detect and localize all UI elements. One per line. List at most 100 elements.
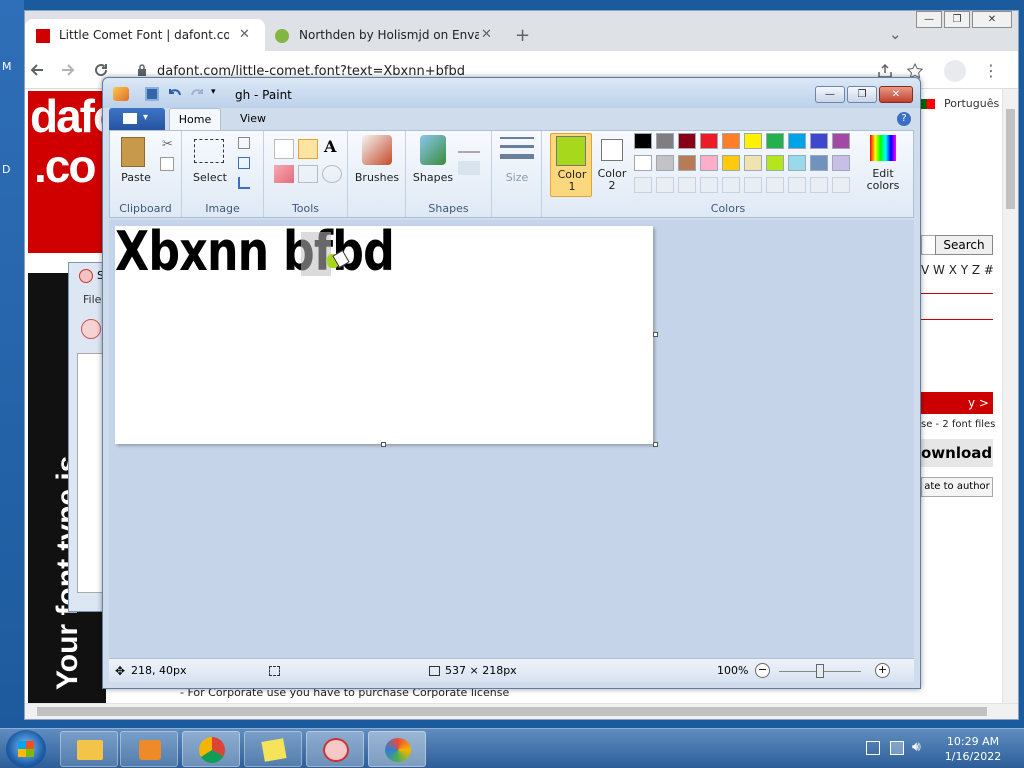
custom-color-slot[interactable] — [656, 177, 674, 193]
color1-button[interactable]: Color 1 — [550, 133, 592, 197]
palette-swatch[interactable] — [656, 133, 674, 149]
taskbar-paint[interactable] — [368, 731, 426, 767]
brushes-button[interactable]: Brushes — [352, 133, 402, 195]
custom-color-slot[interactable] — [678, 177, 696, 193]
palette-swatch[interactable] — [700, 155, 718, 171]
palette-swatch[interactable] — [766, 133, 784, 149]
rotate-icon[interactable] — [238, 177, 250, 189]
taskbar-explorer[interactable] — [60, 731, 118, 767]
palette-swatch[interactable] — [722, 133, 740, 149]
palette-swatch[interactable] — [634, 155, 652, 171]
taskbar-sticky-notes[interactable] — [244, 731, 302, 767]
tab-view[interactable]: View — [233, 108, 273, 130]
zoom-in-button[interactable]: + — [875, 663, 890, 678]
custom-color-slot[interactable] — [788, 177, 806, 193]
resize-handle[interactable] — [653, 442, 658, 447]
close-button[interactable]: ✕ — [972, 11, 1012, 28]
palette-swatch[interactable] — [656, 155, 674, 171]
select-button[interactable]: Select — [188, 133, 228, 195]
tab-home[interactable]: Home — [169, 108, 221, 130]
custom-color-slot[interactable] — [832, 177, 850, 193]
tab-little-comet[interactable]: Little Comet Font | dafont.com ✕ — [25, 19, 265, 51]
palette-swatch[interactable] — [810, 155, 828, 171]
network-icon[interactable] — [890, 741, 904, 755]
snip-file-menu[interactable]: File — [83, 293, 101, 306]
lock-icon[interactable] — [137, 64, 147, 77]
palette-swatch[interactable] — [700, 133, 718, 149]
palette-swatch[interactable] — [788, 133, 806, 149]
palette-swatch[interactable] — [634, 133, 652, 149]
scroll-thumb[interactable] — [1006, 109, 1015, 209]
alphabet-nav[interactable]: V W X Y Z # — [921, 263, 994, 277]
custom-color-slot[interactable] — [766, 177, 784, 193]
custom-color-slot[interactable] — [722, 177, 740, 193]
donate-button[interactable]: ate to author — [921, 477, 993, 497]
text-tool-icon[interactable]: A — [324, 137, 336, 156]
tab-search-icon[interactable]: ⌄ — [889, 25, 902, 43]
crop-icon[interactable] — [238, 137, 250, 149]
volume-icon[interactable]: 🔊︎ — [912, 739, 921, 755]
pencil-icon[interactable] — [274, 139, 294, 159]
minimize-button[interactable]: — — [815, 86, 845, 103]
profile-avatar-icon[interactable] — [944, 60, 966, 82]
undo-icon[interactable] — [167, 86, 183, 102]
clock[interactable]: 10:29 AM 1/16/2022 — [938, 734, 1008, 764]
custom-color-slot[interactable] — [700, 177, 718, 193]
size-button[interactable]: Size — [496, 133, 538, 195]
quick-access-dropdown-icon[interactable]: ▾ — [211, 87, 216, 97]
fill-icon[interactable] — [458, 161, 480, 175]
palette-swatch[interactable] — [810, 133, 828, 149]
shapes-button[interactable]: Shapes — [410, 133, 456, 195]
save-icon[interactable] — [145, 87, 159, 101]
edit-colors-button[interactable]: Edit colors — [860, 133, 906, 197]
resize-handle[interactable] — [381, 442, 386, 447]
taskbar-chrome[interactable] — [182, 731, 240, 767]
horizontal-scrollbar[interactable] — [25, 703, 1018, 719]
palette-swatch[interactable] — [678, 155, 696, 171]
color2-button[interactable]: Color 2 — [594, 133, 630, 197]
outline-icon[interactable] — [458, 139, 480, 153]
taskbar-snipping-tool[interactable] — [306, 731, 364, 767]
palette-swatch[interactable] — [678, 133, 696, 149]
custom-color-slot[interactable] — [634, 177, 652, 193]
redo-icon[interactable] — [189, 86, 205, 102]
maximize-button[interactable]: ❐ — [847, 86, 877, 103]
reload-icon[interactable] — [93, 62, 109, 78]
magnifier-icon[interactable] — [322, 165, 342, 183]
scroll-thumb[interactable] — [37, 707, 987, 716]
category-link[interactable]: y > Cartoon — [921, 392, 993, 432]
dafont-logo[interactable]: dafo .co — [28, 91, 106, 253]
palette-swatch[interactable] — [744, 155, 762, 171]
zoom-out-button[interactable]: − — [755, 663, 770, 678]
resize-handle[interactable] — [653, 332, 658, 337]
paint-menu-button[interactable]: ▾ — [109, 108, 165, 130]
palette-swatch[interactable] — [744, 133, 762, 149]
palette-swatch[interactable] — [722, 155, 740, 171]
download-button[interactable]: ownload — [921, 439, 993, 467]
eraser-icon[interactable] — [274, 165, 294, 183]
minimize-button[interactable]: — — [916, 11, 942, 28]
custom-color-slot[interactable] — [810, 177, 828, 193]
action-center-icon[interactable] — [866, 741, 880, 755]
cut-icon[interactable]: ✂ — [162, 137, 173, 152]
palette-swatch[interactable] — [788, 155, 806, 171]
new-tab-button[interactable]: + — [515, 25, 530, 46]
custom-color-slot[interactable] — [744, 177, 762, 193]
paste-button[interactable]: Paste — [116, 133, 152, 195]
resize-icon[interactable] — [238, 157, 250, 169]
new-snip-icon[interactable] — [81, 319, 101, 339]
start-button[interactable] — [6, 730, 46, 768]
paint-canvas[interactable]: Xbxnn bfbd — [115, 220, 653, 444]
zoom-slider-thumb[interactable] — [816, 664, 824, 678]
tab-close-icon[interactable]: ✕ — [239, 27, 250, 42]
fill-bucket-icon[interactable] — [298, 139, 318, 159]
color-picker-icon[interactable] — [298, 165, 318, 183]
vertical-scrollbar[interactable] — [1002, 89, 1018, 703]
tab-northden[interactable]: Northden by Holismjd on Envato ✕ — [265, 19, 501, 51]
close-button[interactable]: ✕ — [879, 86, 913, 103]
back-icon[interactable] — [29, 62, 45, 78]
copy-icon[interactable] — [160, 157, 174, 171]
language-link[interactable]: Português — [944, 97, 999, 110]
menu-kebab-icon[interactable]: ⋮ — [983, 61, 999, 80]
forward-icon[interactable] — [60, 62, 76, 78]
